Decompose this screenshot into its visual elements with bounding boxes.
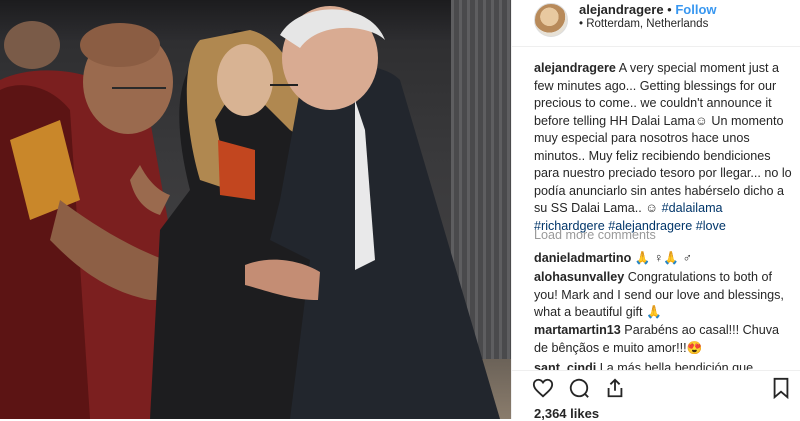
comment-username[interactable]: alohasunvalley — [534, 270, 624, 284]
header-username-row: alejandragere • Follow — [579, 2, 717, 17]
follow-button[interactable]: Follow — [675, 2, 716, 17]
bookmark-icon[interactable] — [770, 377, 792, 399]
comment-username[interactable]: danieladmartino — [534, 251, 631, 265]
post-photo[interactable] — [0, 0, 511, 419]
comment-username[interactable]: martamartin13 — [534, 323, 621, 337]
caption-text: A very special moment just a few minutes… — [534, 61, 792, 215]
load-more-comments[interactable]: Load more comments — [534, 228, 656, 242]
action-bar — [512, 370, 800, 405]
post-caption: alejandragere A very special moment just… — [534, 60, 792, 235]
location-text[interactable]: Rotterdam, Netherlands — [586, 18, 708, 30]
heart-icon[interactable] — [532, 377, 554, 399]
share-icon[interactable] — [604, 377, 626, 399]
header-separator: • — [667, 2, 672, 17]
post-header: alejandragere • Follow • Rotterdam, Neth… — [512, 0, 800, 47]
caption-username[interactable]: alejandragere — [534, 61, 616, 75]
post-panel: alejandragere • Follow • Rotterdam, Neth… — [511, 0, 800, 421]
comment: danieladmartino 🙏 ♀🙏 ♂ — [534, 250, 796, 268]
hashtag-love[interactable]: #love — [696, 219, 726, 233]
comment-icon[interactable] — [568, 377, 590, 399]
header-username[interactable]: alejandragere — [579, 2, 664, 17]
photo-figures — [0, 6, 500, 419]
comment: alohasunvalley Congratulations to both o… — [534, 269, 796, 322]
location[interactable]: • Rotterdam, Netherlands — [579, 18, 708, 30]
hashtag-dalailama[interactable]: #dalailama — [662, 201, 723, 215]
location-pin-icon: • — [579, 18, 584, 30]
comment: martamartin13 Parabéns ao casal!!! Chuva… — [534, 322, 796, 357]
comment-text: 🙏 ♀🙏 ♂ — [631, 251, 693, 265]
avatar[interactable] — [534, 3, 568, 37]
